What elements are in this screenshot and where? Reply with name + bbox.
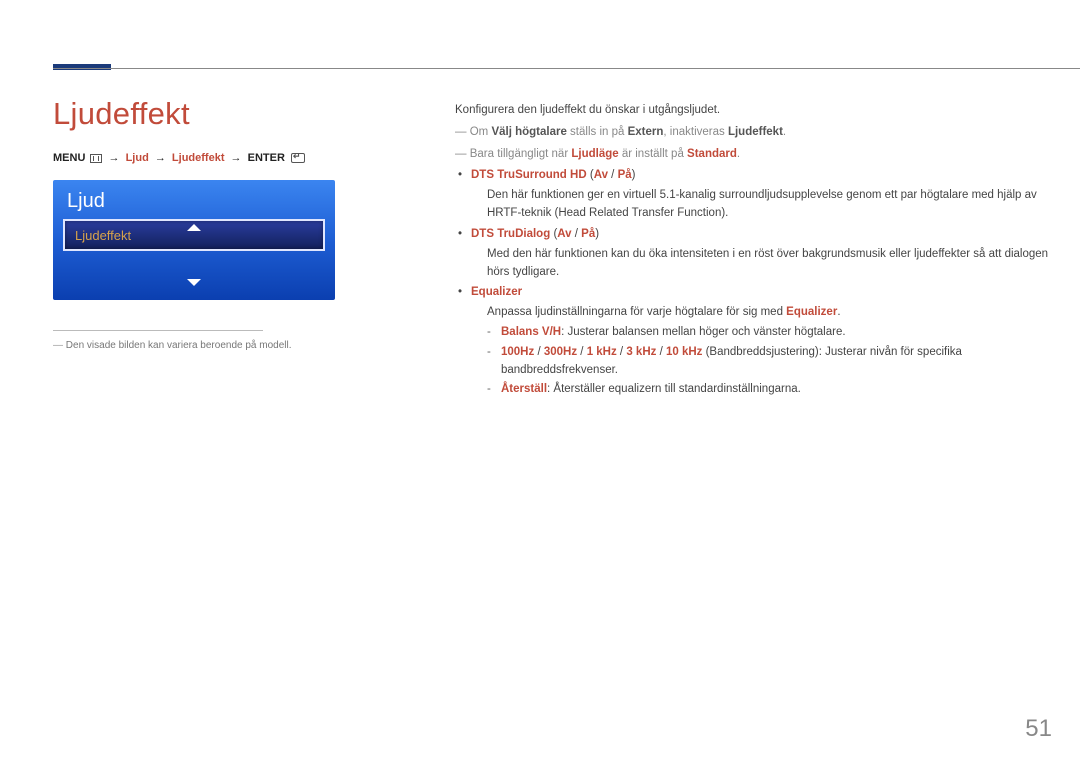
- note-1-mid: ställs in på: [567, 126, 628, 138]
- eq-band: 1 kHz: [587, 346, 617, 358]
- eq-body-end: .: [837, 306, 840, 318]
- menu-icon: [90, 154, 102, 163]
- eq-band: 10 kHz: [666, 346, 702, 358]
- eq-body-pre: Anpassa ljudinställningarna för varje hö…: [487, 306, 786, 318]
- note-2-end: .: [737, 148, 740, 160]
- page-title: Ljudeffekt: [53, 96, 190, 132]
- eq-sub-bands: 100Hz / 300Hz / 1 kHz / 3 kHz / 10 kHz (…: [487, 344, 1050, 380]
- note-1-end: .: [783, 126, 786, 138]
- breadcrumb-menu: MENU: [53, 152, 85, 164]
- opt: På: [618, 169, 632, 181]
- note-rule: [53, 330, 263, 331]
- note-2: Bara tillgängligt när Ljudläge är instäl…: [455, 146, 1050, 164]
- feature-opts: (Av / På): [553, 228, 599, 240]
- eq-band: 300Hz: [544, 346, 577, 358]
- feature-item-trudialog: DTS TruDialog (Av / På) Med den här funk…: [455, 226, 1050, 281]
- breadcrumb: MENU → Ljud → Ljudeffekt → ENTER: [53, 152, 305, 164]
- feature-head: DTS TruDialog: [471, 228, 550, 240]
- note-1-mid2: , inaktiveras: [663, 126, 728, 138]
- note-2-mid: är inställt på: [619, 148, 687, 160]
- menu-panel-header: Ljud: [53, 180, 335, 219]
- feature-body: Anpassa ljudinställningarna för varje hö…: [471, 304, 1050, 322]
- content-area: Konfigurera den ljudeffekt du önskar i u…: [455, 102, 1050, 402]
- feature-body: Med den här funktionen kan du öka intens…: [471, 246, 1050, 282]
- eq-sub-text: : Justerar balansen mellan höger och vän…: [561, 326, 845, 338]
- note-2-pre: Bara tillgängligt när: [470, 148, 572, 160]
- arrow-icon: →: [155, 152, 166, 164]
- breadcrumb-seg1: Ljud: [126, 152, 149, 164]
- note-1-pre: Om: [470, 126, 492, 138]
- breadcrumb-enter: ENTER: [248, 152, 285, 164]
- note-1-b1: Välj högtalare: [491, 126, 566, 138]
- eq-sub-balance: Balans V/H: Justerar balansen mellan hög…: [487, 324, 1050, 342]
- feature-opts: (Av / På): [590, 169, 636, 181]
- eq-sub-accent: Återställ: [501, 383, 547, 395]
- opt: Av: [557, 228, 571, 240]
- feature-body: Den här funktionen ger en virtuell 5.1-k…: [471, 187, 1050, 223]
- eq-body-accent: Equalizer: [786, 306, 837, 318]
- feature-item-trusurround: DTS TruSurround HD (Av / På) Den här fun…: [455, 167, 1050, 222]
- enter-icon: [291, 153, 305, 163]
- note-1-b2: Extern: [628, 126, 664, 138]
- eq-band: 100Hz: [501, 346, 534, 358]
- opt: På: [581, 228, 595, 240]
- note-2-a2: Standard: [687, 148, 737, 160]
- eq-sub-text: : Återställer equalizern till standardin…: [547, 383, 801, 395]
- breadcrumb-seg2: Ljudeffekt: [172, 152, 225, 164]
- header-accent-bar: [53, 64, 111, 70]
- eq-band: 3 kHz: [626, 346, 656, 358]
- header-rule: [53, 68, 1080, 69]
- opt: Av: [594, 169, 608, 181]
- eq-sub-reset: Återställ: Återställer equalizern till s…: [487, 381, 1050, 399]
- eq-sub-accent: Balans V/H: [501, 326, 561, 338]
- panel-footnote: Den visade bilden kan variera beroende p…: [53, 340, 291, 351]
- feature-item-equalizer: Equalizer Anpassa ljudinställningarna fö…: [455, 284, 1050, 399]
- note-2-a1: Ljudläge: [571, 148, 618, 160]
- arrow-icon: →: [231, 152, 242, 164]
- note-1: Om Välj högtalare ställs in på Extern, i…: [455, 124, 1050, 142]
- feature-head: DTS TruSurround HD: [471, 169, 587, 181]
- chevron-down-icon[interactable]: [187, 279, 201, 286]
- feature-list: DTS TruSurround HD (Av / På) Den här fun…: [455, 167, 1050, 399]
- chevron-up-icon[interactable]: [187, 224, 201, 231]
- page-number: 51: [1025, 715, 1052, 743]
- equalizer-sublist: Balans V/H: Justerar balansen mellan hög…: [471, 324, 1050, 399]
- note-1-b3: Ljudeffekt: [728, 126, 783, 138]
- menu-panel: Ljud Ljudeffekt: [53, 180, 335, 300]
- intro-text: Konfigurera den ljudeffekt du önskar i u…: [455, 102, 1050, 120]
- feature-head: Equalizer: [471, 286, 522, 298]
- arrow-icon: →: [109, 152, 120, 164]
